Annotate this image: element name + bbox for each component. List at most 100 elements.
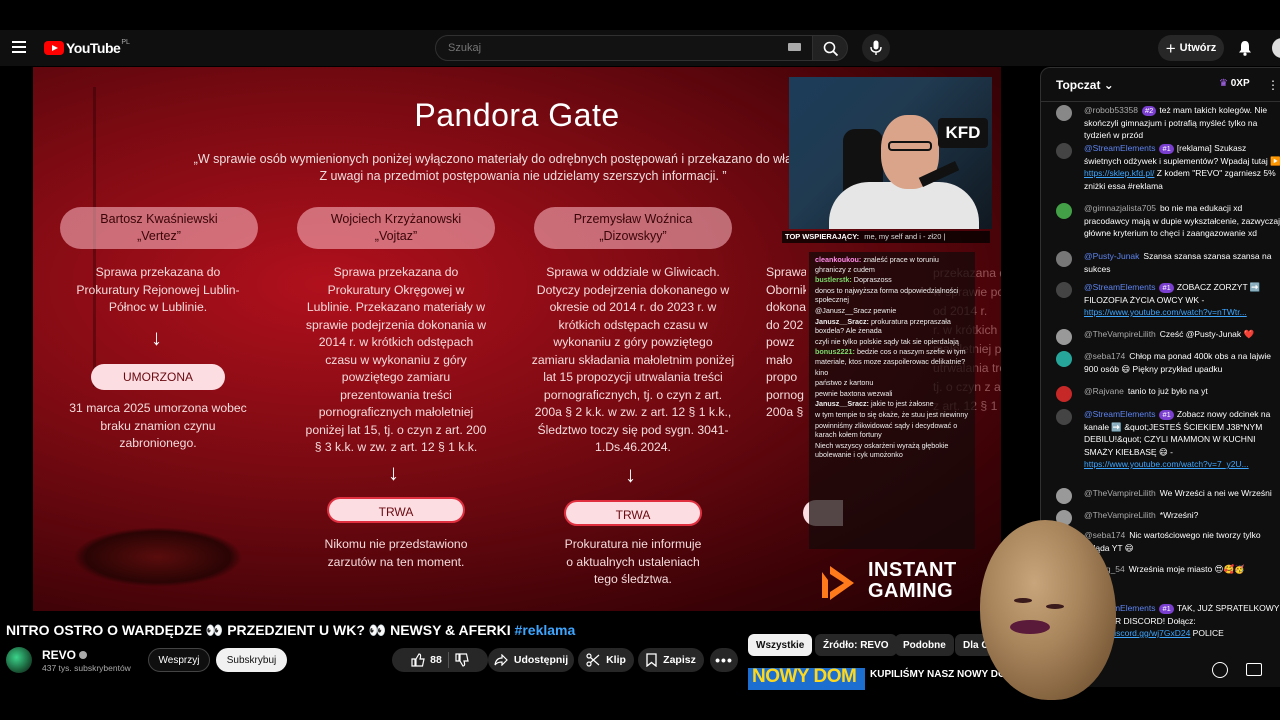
super-chat-icon[interactable] bbox=[1246, 663, 1262, 676]
chat-username[interactable]: @TheVampireLilith bbox=[1084, 510, 1156, 520]
chat-username[interactable]: @StreamElements bbox=[1084, 409, 1155, 419]
microphone-icon bbox=[870, 40, 882, 55]
youtube-logo[interactable]: YouTube PL bbox=[44, 38, 130, 56]
supporter-rank-badge: #2 bbox=[1142, 106, 1157, 116]
create-button[interactable]: + Utwórz bbox=[1158, 35, 1224, 61]
plus-icon: + bbox=[1165, 38, 1176, 58]
chat-message-body: @Pusty-Junak Szansa szansa szansa szansa … bbox=[1084, 250, 1280, 275]
streamer-body bbox=[829, 182, 979, 229]
stream-chat-text: czyli nie tylko polskie sądy tak sie opi… bbox=[815, 336, 959, 346]
chat-message: @gimnazjalista705 bo nie ma edukacji xd p… bbox=[1056, 202, 1280, 240]
stream-chat-user: Janusz__Sracz: bbox=[815, 316, 869, 326]
recommended-video-title[interactable]: KUPILIŚMY NASZ NOWY DOM bbox=[870, 669, 1014, 680]
more-vertical-icon[interactable]: ⋮ bbox=[1267, 78, 1279, 92]
chat-user-avatar[interactable] bbox=[1056, 105, 1072, 121]
stream-chat-message: kino bbox=[815, 368, 969, 378]
emoji-icon[interactable] bbox=[1212, 662, 1228, 678]
hashtag-link[interactable]: #reklama bbox=[515, 622, 576, 638]
logo-country-code: PL bbox=[121, 38, 130, 46]
chat-username[interactable]: @Pusty-Junak bbox=[1084, 251, 1139, 261]
stream-chat-text: Dopraszoss bbox=[853, 275, 892, 285]
chat-user-avatar[interactable] bbox=[1056, 143, 1072, 159]
keyboard-icon[interactable] bbox=[788, 43, 801, 51]
chat-link[interactable]: https://www.youtube.com/watch?v=nTWtr... bbox=[1084, 307, 1247, 317]
chat-username[interactable]: @seba174 bbox=[1084, 351, 1125, 361]
chat-message: @Rajvane tanio to już było na yt bbox=[1056, 385, 1280, 402]
supporter-rank-badge: #1 bbox=[1159, 604, 1174, 614]
chat-mode-dropdown[interactable]: Topczat ⌄ bbox=[1056, 78, 1114, 92]
chat-text: We Wrześci a nei we Wrześni bbox=[1159, 488, 1272, 498]
stream-chat-text: powinniśmy zlikwidować sądy i decydować … bbox=[815, 420, 958, 440]
chat-user-avatar[interactable] bbox=[1056, 251, 1072, 267]
chat-username[interactable]: @robob53358 bbox=[1084, 105, 1138, 115]
chat-username[interactable]: @Rajvane bbox=[1084, 386, 1124, 396]
chat-message-body: @TheVampireLilith *Wrześni? bbox=[1084, 509, 1280, 522]
chat-username[interactable]: @gimnazjalista705 bbox=[1084, 203, 1156, 213]
stream-chat-user: Janusz__Sracz: bbox=[815, 399, 869, 409]
chat-user-avatar[interactable] bbox=[1056, 351, 1072, 367]
potato-eye bbox=[1046, 604, 1064, 609]
stream-chat-message: @Janusz__Sracz pewnie bbox=[815, 306, 969, 316]
instant-gaming-text: INSTANT GAMING bbox=[868, 559, 957, 602]
chat-user-avatar[interactable] bbox=[1056, 282, 1072, 298]
save-button[interactable]: Zapisz bbox=[638, 648, 704, 672]
supporter-rank-badge: #1 bbox=[1159, 144, 1174, 154]
search-input[interactable] bbox=[435, 35, 813, 61]
chat-link[interactable]: https://sklep.kfd.pl/ bbox=[1084, 168, 1154, 178]
chat-user-avatar[interactable] bbox=[1056, 329, 1072, 345]
chip-from-channel[interactable]: Źródło: REVO bbox=[815, 634, 897, 656]
case-description-vojtaz: Sprawa przekazana do Prokuratury Okręgow… bbox=[305, 265, 487, 454]
chip-all[interactable]: Wszystkie bbox=[748, 634, 813, 656]
stream-chat-message: Niech wszyscy oskarżeni wyrażą głębokie … bbox=[815, 441, 969, 460]
chat-username[interactable]: @StreamElements bbox=[1084, 143, 1155, 153]
like-button[interactable]: 88 bbox=[411, 653, 442, 667]
subscribe-button[interactable]: Subskrybuj bbox=[216, 648, 287, 672]
recommended-video-thumbnail[interactable]: NOWY DOM bbox=[748, 668, 865, 690]
search-button[interactable] bbox=[812, 35, 848, 61]
channel-name[interactable]: REVO bbox=[42, 648, 88, 662]
kfd-logo: KFD bbox=[938, 118, 988, 148]
xp-badge[interactable]: ♛ 0XP bbox=[1219, 78, 1250, 89]
chat-link[interactable]: https://www.youtube.com/watch?v=7_y2U... bbox=[1084, 459, 1249, 469]
supporter-rank-badge: #1 bbox=[1159, 410, 1174, 420]
case-description-dizowskyy: Sprawa w oddziale w Gliwicach. Dotyczy p… bbox=[531, 265, 735, 454]
chat-text: tanio to już było na yt bbox=[1127, 386, 1208, 396]
join-button[interactable]: Wesprzyj bbox=[148, 648, 210, 672]
like-count: 88 bbox=[430, 654, 442, 666]
chat-message-body: @TheVampireLilith Cześć @Pusty-Junak ❤️ bbox=[1084, 328, 1280, 341]
video-title: NITRO OSTRO O WARDĘDZE 👀 PRZEDZIENT U WK… bbox=[6, 622, 575, 639]
person-name-vojtaz: Wojciech Krzyżanowski „Vojtaz” bbox=[297, 207, 495, 249]
chip-related[interactable]: Podobne bbox=[895, 634, 954, 656]
stream-chat-message: w tym tempie to się okaże, że stuu jest … bbox=[815, 410, 969, 420]
stream-chat-message: cleankoukou: znaleść prace w toruniu ghr… bbox=[815, 255, 969, 274]
stream-chat-text: Niech wszyscy oskarżeni wyrażą głębokie … bbox=[815, 440, 949, 460]
account-avatar[interactable] bbox=[1272, 38, 1280, 58]
share-button[interactable]: Udostępnij bbox=[488, 648, 574, 672]
stream-chat-message: bustlerstk: Dopraszoss bbox=[815, 275, 969, 285]
create-label: Utwórz bbox=[1179, 42, 1217, 54]
chat-message-body: @StreamElements #1 ZOBACZ ZORZYT ➡️ FILOZO… bbox=[1084, 281, 1280, 319]
chat-username[interactable]: @StreamElements bbox=[1084, 282, 1155, 292]
chat-message: @StreamElements #1 Zobacz nowy odcinek na … bbox=[1056, 408, 1280, 471]
stream-chat-message: bonus2221: bedzie cos o naszym szefie w … bbox=[815, 347, 969, 366]
stream-chat-message: czyli nie tylko polskie sądy tak sie opi… bbox=[815, 337, 969, 347]
notifications-bell-icon[interactable] bbox=[1238, 40, 1252, 61]
channel-avatar[interactable] bbox=[6, 647, 32, 673]
chat-message-body: @Kreg_54Września moje miasto 😍🥰🥳 bbox=[1084, 563, 1280, 576]
chat-user-avatar[interactable] bbox=[1056, 386, 1072, 402]
stream-chat-text: donos to najwyższa forma odpowiedzialnoś… bbox=[815, 285, 959, 305]
chat-user-avatar[interactable] bbox=[1056, 409, 1072, 425]
chat-user-avatar[interactable] bbox=[1056, 203, 1072, 219]
voice-search-button[interactable] bbox=[862, 34, 890, 62]
chat-username[interactable]: @TheVampireLilith bbox=[1084, 329, 1156, 339]
dislike-button[interactable] bbox=[455, 653, 469, 667]
stream-chat-user: bustlerstk: bbox=[815, 275, 852, 285]
chat-user-avatar[interactable] bbox=[1056, 488, 1072, 504]
chat-username[interactable]: @TheVampireLilith bbox=[1084, 488, 1156, 498]
person-name-dizowskyy: Przemysław Woźnica „Dizowskyy” bbox=[534, 207, 732, 249]
clip-button[interactable]: Klip bbox=[578, 648, 634, 672]
menu-icon[interactable] bbox=[12, 41, 26, 53]
chat-message-body: @robob53358 #2 też mam takich kolegów. Nie… bbox=[1084, 104, 1280, 142]
more-actions-button[interactable]: ••• bbox=[710, 648, 738, 672]
chat-username[interactable]: @seba174 bbox=[1084, 530, 1125, 540]
